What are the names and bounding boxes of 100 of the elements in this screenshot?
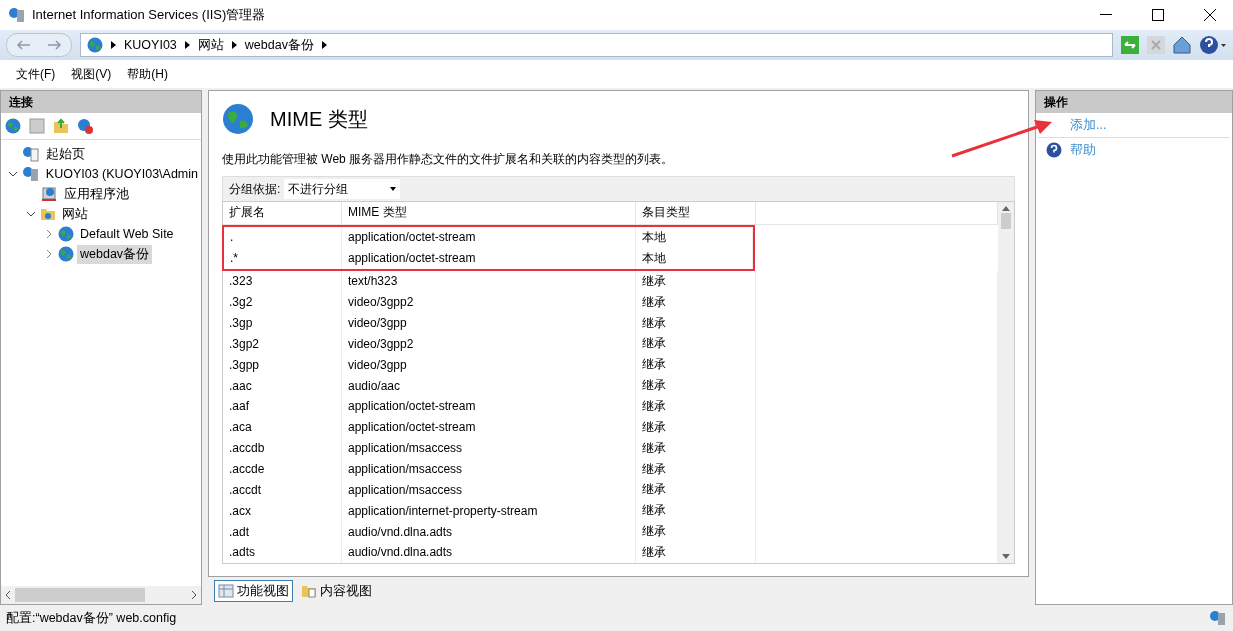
table-cell: application/msaccess bbox=[342, 479, 636, 501]
table-cell: 继承 bbox=[636, 375, 756, 396]
panel-header: 操作 bbox=[1036, 91, 1232, 113]
help-icon bbox=[1046, 142, 1062, 158]
table-cell: .3gp2 bbox=[223, 333, 342, 355]
globe-icon bbox=[222, 103, 254, 135]
table-cell: video/3gpp bbox=[342, 312, 636, 334]
scroll-thumb[interactable] bbox=[1001, 213, 1011, 229]
table-cell: . bbox=[224, 226, 342, 248]
column-header[interactable]: 扩展名 bbox=[223, 202, 342, 224]
table-cell: application/msaccess bbox=[342, 437, 636, 459]
column-header[interactable]: 条目类型 bbox=[636, 202, 756, 224]
scroll-down-icon[interactable] bbox=[1002, 554, 1010, 559]
table-cell: text/h323 bbox=[342, 270, 636, 292]
minimize-icon bbox=[1100, 14, 1112, 16]
column-header[interactable]: MIME 类型 bbox=[342, 202, 636, 224]
application-pool-icon bbox=[40, 186, 58, 202]
server-icon bbox=[1209, 610, 1227, 626]
help-icon[interactable] bbox=[1199, 35, 1227, 55]
grid-view-icon bbox=[218, 584, 234, 598]
table-cell: audio/aac bbox=[342, 375, 636, 396]
maximize-icon bbox=[1152, 9, 1164, 21]
status-text: 配置:“webdav备份” web.config bbox=[6, 609, 177, 627]
breadcrumb[interactable]: KUOYI03 bbox=[124, 38, 177, 52]
table-cell: 继承 bbox=[636, 500, 756, 522]
scroll-up-icon[interactable] bbox=[1002, 206, 1010, 211]
table-cell: .aac bbox=[223, 375, 342, 396]
caret-icon bbox=[184, 41, 190, 49]
table-cell: .aaf bbox=[223, 396, 342, 417]
table-cell: .3gp bbox=[223, 312, 342, 334]
page-title: MIME 类型 bbox=[270, 106, 368, 132]
caret-icon bbox=[390, 187, 397, 191]
app-icon bbox=[8, 7, 26, 23]
tree-item[interactable]: Default Web Site bbox=[77, 226, 177, 242]
table-cell: application/octet-stream bbox=[342, 226, 636, 248]
table-cell: application/internet-property-stream bbox=[342, 500, 636, 522]
back-forward-buttons[interactable] bbox=[6, 33, 72, 57]
refresh-icon[interactable] bbox=[1121, 36, 1139, 54]
folder-up-icon[interactable] bbox=[53, 118, 69, 134]
breadcrumb[interactable]: 网站 bbox=[197, 36, 224, 54]
table-cell: .3g2 bbox=[223, 291, 342, 313]
table-cell: 继承 bbox=[636, 291, 756, 313]
description: 使用此功能管理被 Web 服务器用作静态文件的文件扩展名和关联的内容类型的列表。 bbox=[222, 151, 675, 168]
table-cell: application/octet-stream bbox=[342, 247, 636, 269]
view-tab[interactable]: 内容视图 bbox=[297, 580, 376, 602]
tree-item[interactable]: 起始页 bbox=[43, 144, 88, 164]
folder-page-icon bbox=[301, 584, 317, 598]
tree-item[interactable]: 网站 bbox=[59, 204, 91, 224]
table-cell: application/octet-stream bbox=[342, 396, 636, 417]
globe-icon bbox=[58, 226, 74, 242]
table-cell: 继承 bbox=[636, 542, 756, 563]
globe-icon bbox=[58, 246, 74, 262]
tree-item[interactable]: 应用程序池 bbox=[61, 184, 132, 204]
scrollbar[interactable] bbox=[998, 202, 1014, 563]
group-by-dropdown[interactable]: 不进行分组 bbox=[284, 179, 401, 199]
menu-item[interactable]: 文件(F) bbox=[8, 65, 64, 83]
breadcrumb[interactable]: webdav备份 bbox=[244, 36, 314, 54]
scroll-left-icon[interactable] bbox=[5, 591, 11, 599]
table-cell: .* bbox=[224, 247, 342, 269]
table-cell: video/3gpp bbox=[342, 354, 636, 376]
table-cell: .aca bbox=[223, 416, 342, 438]
scroll-right-icon[interactable] bbox=[191, 591, 197, 599]
table-cell: video/3gpp2 bbox=[342, 333, 636, 355]
chevron-icon[interactable] bbox=[27, 209, 35, 218]
window-title: Internet Information Services (IIS)管理器 bbox=[32, 6, 267, 24]
table-cell: video/3gpp2 bbox=[342, 291, 636, 313]
table-cell: .accdb bbox=[223, 437, 342, 459]
home-icon[interactable] bbox=[1173, 36, 1191, 54]
group-by-label: 分组依据: bbox=[229, 180, 281, 198]
table-cell: .323 bbox=[223, 270, 342, 292]
action-link[interactable]: 帮助 bbox=[1070, 141, 1096, 159]
tree-item[interactable]: KUOYI03 (KUOYI03\Admin bbox=[42, 166, 201, 182]
table-cell: 继承 bbox=[636, 333, 756, 355]
table-cell: .accdt bbox=[223, 479, 342, 501]
scrollbar[interactable] bbox=[1, 586, 201, 604]
table-cell: 继承 bbox=[636, 312, 756, 334]
menu-item[interactable]: 视图(V) bbox=[63, 65, 120, 83]
menu-item[interactable]: 帮助(H) bbox=[119, 65, 176, 83]
table-cell: audio/vnd.dlna.adts bbox=[342, 521, 636, 543]
tree-item[interactable]: webdav备份 bbox=[77, 244, 153, 264]
view-tab[interactable]: 功能视图 bbox=[214, 580, 293, 602]
table-cell: 继承 bbox=[636, 396, 756, 417]
action-link[interactable]: 添加... bbox=[1070, 116, 1107, 134]
table-cell: 继承 bbox=[636, 354, 756, 376]
table-cell: 本地 bbox=[636, 247, 753, 269]
forward-arrow-icon bbox=[48, 40, 62, 50]
scroll-thumb[interactable] bbox=[15, 588, 145, 602]
folder-icon bbox=[40, 207, 56, 221]
address-bar[interactable]: KUOYI03 网站 webdav备份 bbox=[80, 33, 1113, 57]
table-cell: audio/vnd.dlna.adts bbox=[342, 542, 636, 563]
table-cell: .adts bbox=[223, 542, 342, 563]
table-cell: 继承 bbox=[636, 437, 756, 459]
disconnect-icon[interactable] bbox=[77, 118, 93, 134]
table-cell: .acx bbox=[223, 500, 342, 522]
chevron-icon[interactable] bbox=[8, 169, 17, 178]
table-cell: .adt bbox=[223, 521, 342, 543]
server-icon bbox=[21, 166, 40, 182]
table-cell: 继承 bbox=[636, 416, 756, 438]
table-cell: 本地 bbox=[636, 226, 753, 248]
table-cell: 继承 bbox=[636, 521, 756, 543]
